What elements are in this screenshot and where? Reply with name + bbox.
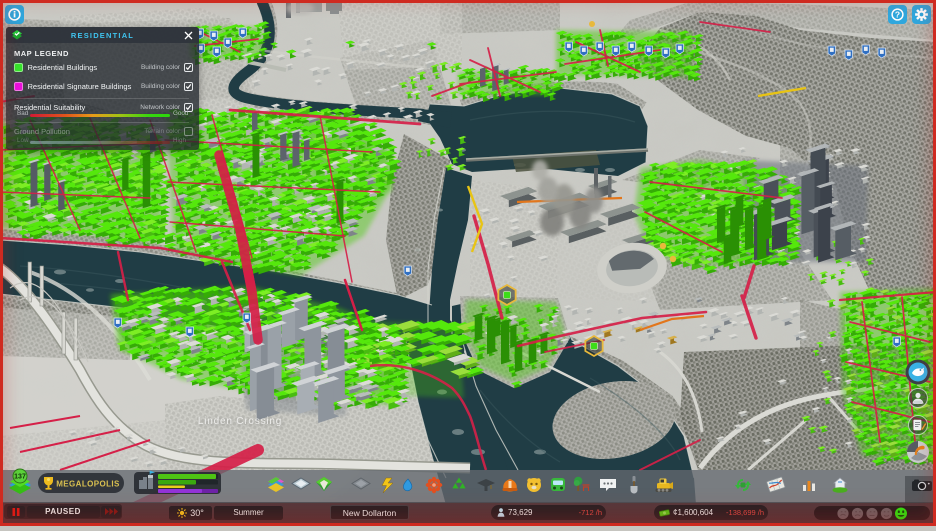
svg-text:MEGALOPOLIS: MEGALOPOLIS <box>56 480 120 489</box>
svg-text:?: ? <box>895 9 900 19</box>
svg-text:Linden Crossing: Linden Crossing <box>198 416 282 427</box>
svg-text:137: 137 <box>14 474 26 481</box>
